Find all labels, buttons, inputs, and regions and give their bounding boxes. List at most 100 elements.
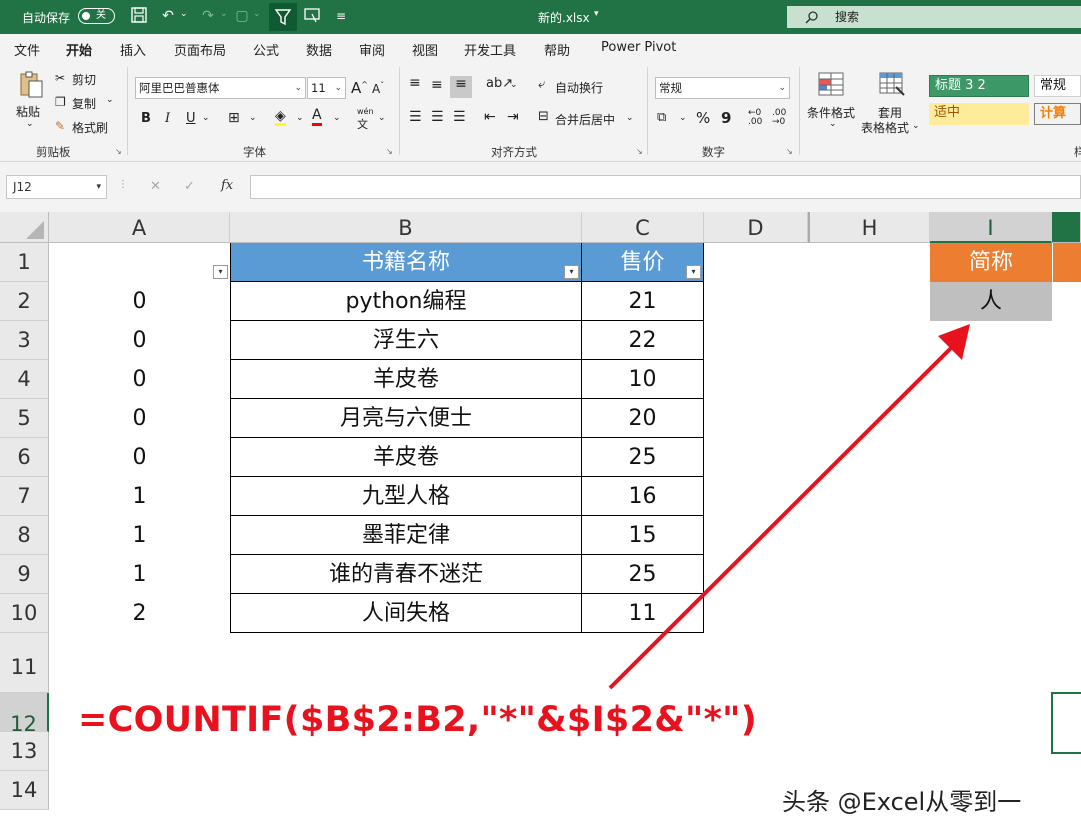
number-format-select[interactable]: 常规 ⌄ (655, 77, 790, 99)
conditional-format-dropdown-icon[interactable]: ⌄ (829, 119, 837, 129)
tab-formulas[interactable]: 公式 (253, 40, 279, 59)
divider (399, 67, 400, 155)
align-left-icon[interactable]: ☰ (409, 109, 422, 125)
number-format-value: 常规 (659, 81, 682, 95)
align-middle-icon[interactable]: ≡ (431, 77, 443, 93)
tab-data[interactable]: 数据 (306, 40, 332, 59)
italic-button[interactable]: I (165, 111, 170, 126)
decrease-decimal-icon[interactable]: .00 →0 (772, 109, 786, 127)
underline-button[interactable]: U (186, 111, 196, 126)
font-color-icon[interactable]: A (312, 107, 322, 126)
alignment-launcher-icon[interactable]: ↘ (636, 147, 643, 156)
decrease-indent-icon[interactable]: ⇤ (484, 109, 496, 125)
percent-button[interactable]: % (696, 109, 710, 127)
customize-icon[interactable]: ≡ (331, 6, 351, 26)
comma-button[interactable]: 9 (721, 109, 731, 127)
search-box[interactable]: 搜索 (787, 6, 1081, 28)
wrap-text-button[interactable]: 自动换行 (555, 79, 603, 96)
tab-help[interactable]: 帮助 (544, 40, 570, 59)
tab-developer[interactable]: 开发工具 (464, 40, 516, 59)
style-calculation[interactable]: 计算 (1034, 103, 1081, 125)
name-box[interactable]: J12 ▾ (6, 175, 107, 199)
format-as-table-icon[interactable] (877, 71, 907, 99)
tab-view[interactable]: 视图 (412, 40, 438, 59)
format-icon[interactable]: ▢ (232, 6, 252, 26)
screen-icon[interactable] (302, 6, 322, 26)
cut-button[interactable]: 剪切 (72, 71, 96, 88)
redo-icon[interactable]: ↷ (198, 6, 218, 26)
increase-indent-icon[interactable]: ⇥ (507, 109, 519, 125)
filter-icon[interactable] (269, 3, 297, 31)
increase-decimal-icon[interactable]: ←0.00 (748, 109, 762, 127)
font-name-select[interactable]: 阿里巴巴普惠体 ⌄ (135, 77, 306, 99)
font-color-dropdown-icon[interactable]: ⌄ (333, 113, 341, 123)
ribbon-tabs: 文件 开始 插入 页面布局 公式 数据 审阅 视图 开发工具 帮助 Power … (0, 34, 1081, 65)
decrease-font-icon[interactable]: Aˇ (372, 81, 384, 96)
enter-icon[interactable]: ✓ (184, 179, 195, 194)
align-bottom-icon[interactable]: ≡ (450, 76, 472, 98)
style-normal[interactable]: 常规 (1034, 75, 1081, 97)
cancel-icon[interactable]: ✕ (150, 179, 161, 194)
phonetic-dropdown-icon[interactable]: ⌄ (378, 113, 386, 123)
clipboard-group-label: 剪贴板 (36, 145, 71, 159)
increase-font-icon[interactable]: A^ (351, 79, 368, 97)
merge-center-button[interactable]: 合并后居中 (555, 111, 615, 128)
cut-icon[interactable]: ✂ (55, 71, 65, 85)
align-right-icon[interactable]: ☰ (453, 109, 466, 125)
tab-insert[interactable]: 插入 (120, 40, 146, 59)
insert-function-icon[interactable]: fx (221, 178, 233, 193)
formula-input[interactable] (250, 175, 1081, 199)
number-launcher-icon[interactable]: ↘ (786, 147, 793, 156)
align-top-icon[interactable]: ≡ (409, 75, 421, 91)
tab-page-layout[interactable]: 页面布局 (174, 40, 226, 59)
file-name: 新的.xlsx (538, 11, 590, 25)
format-table-dropdown-icon[interactable]: ⌄ (912, 121, 920, 131)
border-dropdown-icon[interactable]: ⌄ (249, 113, 257, 123)
align-center-icon[interactable]: ☰ (431, 109, 444, 125)
format-painter-button[interactable]: 格式刷 (72, 119, 108, 136)
paste-button[interactable]: 粘贴 (16, 103, 40, 120)
fill-dropdown-icon[interactable]: ⌄ (296, 113, 304, 123)
font-launcher-icon[interactable]: ↘ (386, 147, 393, 156)
resize-handle-icon[interactable]: ⋮ (118, 179, 128, 190)
clipboard-launcher-icon[interactable]: ↘ (115, 147, 122, 156)
bold-button[interactable]: B (141, 111, 151, 126)
phonetic-sub-label: 文 (357, 118, 368, 131)
tab-review[interactable]: 审阅 (359, 40, 385, 59)
red-arrow-annotation (608, 324, 970, 690)
filename-chevron-icon[interactable]: ▾ (594, 9, 599, 19)
wrap-text-icon[interactable]: ⤶ (538, 77, 545, 92)
toggle-knob (82, 11, 90, 20)
redo-dropdown-icon: ⌄ (220, 9, 228, 19)
underline-dropdown-icon[interactable]: ⌄ (202, 113, 210, 123)
ribbon: 粘贴 ⌄ ✂ 剪切 ❐ 复制 ⌄ ✎ 格式刷 剪贴板 ↘ 阿里巴巴普惠体 ⌄ 11… (0, 61, 1081, 162)
paste-icon[interactable] (14, 69, 48, 99)
undo-dropdown-icon[interactable]: ⌄ (180, 9, 188, 19)
paste-dropdown-icon[interactable]: ⌄ (26, 119, 34, 129)
style-heading3[interactable]: 标题 3 2 (929, 75, 1029, 97)
copy-dropdown-icon[interactable]: ⌄ (106, 95, 114, 105)
currency-dropdown-icon[interactable]: ⌄ (679, 113, 687, 123)
undo-icon[interactable]: ↶ (158, 6, 178, 26)
fill-color-icon[interactable]: ◈ (275, 109, 286, 126)
tab-power-pivot[interactable]: Power Pivot (601, 40, 676, 55)
tab-file[interactable]: 文件 (14, 40, 40, 59)
format-as-table-button[interactable]: 表格格式 (861, 119, 909, 136)
orientation-dropdown-icon[interactable]: ⌄ (510, 80, 518, 90)
format-painter-icon[interactable]: ✎ (55, 119, 65, 133)
merge-icon[interactable]: ⊟ (538, 109, 549, 124)
tab-home[interactable]: 开始 (66, 40, 93, 65)
conditional-format-icon[interactable] (816, 71, 846, 99)
font-size-select[interactable]: 11 ⌄ (307, 77, 346, 99)
style-neutral[interactable]: 适中 (929, 103, 1029, 125)
save-icon[interactable] (129, 6, 149, 26)
autosave-toggle[interactable]: 关 (78, 8, 115, 24)
formula-bar: J12 ▾ ⋮ ✕ ✓ fx (0, 162, 1081, 212)
copy-icon[interactable]: ❐ (55, 95, 66, 109)
phonetic-icon[interactable]: wén 文 (357, 107, 374, 132)
border-icon[interactable]: ⊞ (228, 110, 240, 126)
currency-icon[interactable]: ⧉ (657, 110, 666, 125)
merge-dropdown-icon[interactable]: ⌄ (626, 113, 634, 123)
copy-button[interactable]: 复制 (72, 95, 96, 112)
countif-formula-annotation: =COUNTIF($B$2:B2,"*"&$I$2&"*") (78, 700, 758, 740)
